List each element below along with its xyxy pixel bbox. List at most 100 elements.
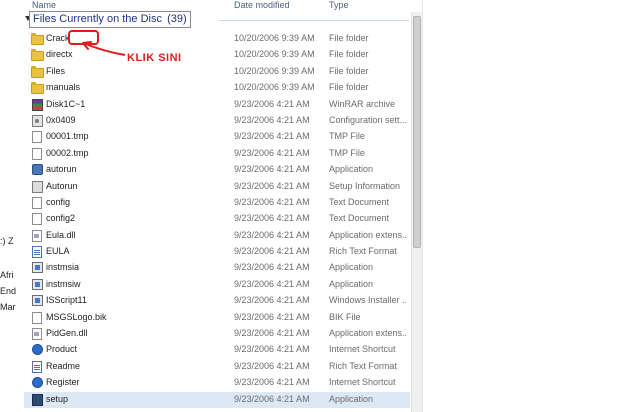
file-icon — [32, 131, 42, 144]
table-row[interactable]: PidGen.dll 9/23/2006 4:21 AM Application… — [24, 326, 410, 342]
winrar-icon — [32, 98, 43, 111]
table-row[interactable]: 00001.tmp 9/23/2006 4:21 AM TMP File — [24, 129, 410, 145]
column-header-date-modified[interactable]: Date modified — [234, 0, 290, 12]
table-row[interactable]: manuals 10/20/2006 9:39 AM File folder — [24, 80, 410, 96]
file-type: Application extens... — [329, 229, 407, 240]
table-row[interactable]: Disk1C~1 9/23/2006 4:21 AM WinRAR archiv… — [24, 97, 410, 113]
file-type: File folder — [329, 65, 369, 76]
file-date: 9/23/2006 4:21 AM — [234, 344, 310, 355]
file-list: Crack 10/20/2006 9:39 AM File folder dir… — [24, 30, 410, 408]
file-name[interactable]: MSGSLogo.bik — [46, 312, 204, 322]
group-divider — [219, 20, 409, 21]
file-name[interactable]: 00001.tmp — [46, 131, 204, 141]
table-row[interactable]: Readme 9/23/2006 4:21 AM Rich Text Forma… — [24, 359, 410, 375]
app-icon — [32, 164, 43, 176]
file-name[interactable]: 00002.tmp — [46, 148, 204, 158]
file-name[interactable]: Readme — [46, 361, 204, 371]
file-type: Setup Information — [329, 180, 401, 191]
file-date: 9/23/2006 4:21 AM — [234, 393, 310, 404]
nav-fragment[interactable]: Mar — [0, 302, 16, 312]
file-type: Application extens... — [329, 328, 407, 339]
table-row[interactable]: MSGSLogo.bik 9/23/2006 4:21 AM BIK File — [24, 310, 410, 326]
folder-icon — [31, 33, 44, 45]
file-name[interactable]: config2 — [46, 213, 204, 223]
table-row[interactable]: instmsiw 9/23/2006 4:21 AM Application — [24, 277, 410, 293]
table-row[interactable]: 00002.tmp 9/23/2006 4:21 AM TMP File — [24, 146, 410, 162]
file-name[interactable]: Eula.dll — [46, 230, 204, 240]
column-header-type[interactable]: Type — [329, 0, 349, 12]
file-name[interactable]: Autorun — [46, 181, 204, 191]
file-name[interactable]: instmsia — [46, 262, 204, 272]
file-name[interactable]: instmsiw — [46, 279, 204, 289]
installer-icon — [32, 295, 43, 307]
file-name[interactable]: setup — [46, 394, 204, 404]
file-date: 10/20/2006 9:39 AM — [234, 33, 315, 43]
file-name[interactable]: PidGen.dll — [46, 328, 204, 338]
table-row[interactable]: EULA 9/23/2006 4:21 AM Rich Text Format — [24, 244, 410, 260]
setup-icon — [32, 393, 43, 406]
file-name[interactable]: ISScript11 — [46, 295, 204, 305]
annotation-arrow-icon — [82, 41, 126, 56]
table-row[interactable]: Autorun 9/23/2006 4:21 AM Setup Informat… — [24, 179, 410, 195]
table-row[interactable]: ISScript11 9/23/2006 4:21 AM Windows Ins… — [24, 293, 410, 309]
file-date: 9/23/2006 4:21 AM — [234, 131, 310, 142]
file-date: 10/20/2006 9:39 AM — [234, 82, 315, 93]
file-type: TMP File — [329, 131, 365, 142]
nav-fragment[interactable]: :) Z — [0, 236, 14, 246]
file-type: TMP File — [329, 147, 365, 158]
file-name[interactable]: Product — [46, 344, 204, 354]
file-date: 9/23/2006 4:21 AM — [234, 164, 310, 175]
file-type: Configuration sett... — [329, 114, 407, 125]
file-name[interactable]: EULA — [46, 246, 204, 256]
table-row[interactable]: config 9/23/2006 4:21 AM Text Document — [24, 195, 410, 211]
table-row[interactable]: Register 9/23/2006 4:21 AM Internet Shor… — [24, 375, 410, 391]
nav-fragment[interactable]: Afri — [0, 270, 14, 280]
file-type: Application — [329, 278, 374, 289]
vertical-scrollbar[interactable] — [411, 12, 422, 412]
file-icon — [32, 147, 42, 160]
installer-icon — [32, 278, 43, 290]
table-row[interactable]: setup 9/23/2006 4:21 AM Application — [24, 391, 410, 408]
table-row[interactable]: instmsia 9/23/2006 4:21 AM Application — [24, 260, 410, 276]
nav-fragment[interactable]: End — [0, 286, 16, 296]
group-count: (39) — [167, 13, 187, 25]
file-type: Internet Shortcut — [329, 377, 396, 388]
file-date: 9/23/2006 4:21 AM — [234, 278, 310, 289]
file-name[interactable]: Register — [46, 377, 204, 387]
config-icon — [32, 114, 43, 127]
file-date: 9/23/2006 4:21 AM — [234, 262, 310, 273]
file-type: Rich Text Format — [329, 246, 397, 257]
file-type: Text Document — [329, 213, 390, 224]
table-row[interactable]: Product 9/23/2006 4:21 AM Internet Short… — [24, 342, 410, 358]
setup-info-icon — [32, 180, 43, 193]
file-type: Windows Installer ... — [329, 295, 407, 306]
table-row[interactable]: config2 9/23/2006 4:21 AM Text Document — [24, 211, 410, 227]
file-name[interactable]: Files — [46, 66, 204, 76]
folder-icon — [31, 49, 44, 62]
table-row[interactable]: Files 10/20/2006 9:39 AM File folder — [24, 64, 410, 80]
table-row[interactable]: 0x0409 9/23/2006 4:21 AM Configuration s… — [24, 113, 410, 129]
file-name[interactable]: manuals — [46, 82, 204, 92]
rtf-icon — [32, 360, 42, 373]
table-row[interactable]: autorun 9/23/2006 4:21 AM Application — [24, 162, 410, 178]
scrollbar-thumb[interactable] — [413, 16, 421, 248]
file-date: 9/23/2006 4:21 AM — [234, 377, 310, 388]
file-name[interactable]: Disk1C~1 — [46, 99, 204, 109]
file-type: Application — [329, 262, 374, 273]
file-name[interactable]: 0x0409 — [46, 115, 204, 125]
table-row[interactable]: Eula.dll 9/23/2006 4:21 AM Application e… — [24, 228, 410, 244]
file-date: 9/23/2006 4:21 AM — [234, 180, 310, 191]
dll-icon — [32, 328, 42, 341]
file-type: BIK File — [329, 311, 361, 322]
file-type: File folder — [329, 33, 369, 43]
file-date: 9/23/2006 4:21 AM — [234, 98, 310, 109]
group-header[interactable]: Files Currently on the Disc (39) — [24, 11, 410, 28]
file-date: 9/23/2006 4:21 AM — [234, 196, 310, 207]
group-label: Files Currently on the Disc — [33, 13, 162, 25]
file-name[interactable]: config — [46, 197, 204, 207]
file-name[interactable]: autorun — [46, 164, 204, 174]
file-type: File folder — [329, 82, 369, 93]
file-date: 9/23/2006 4:21 AM — [234, 328, 310, 339]
file-date: 9/23/2006 4:21 AM — [234, 229, 310, 240]
annotation-label: KLIK SINI — [127, 52, 182, 64]
